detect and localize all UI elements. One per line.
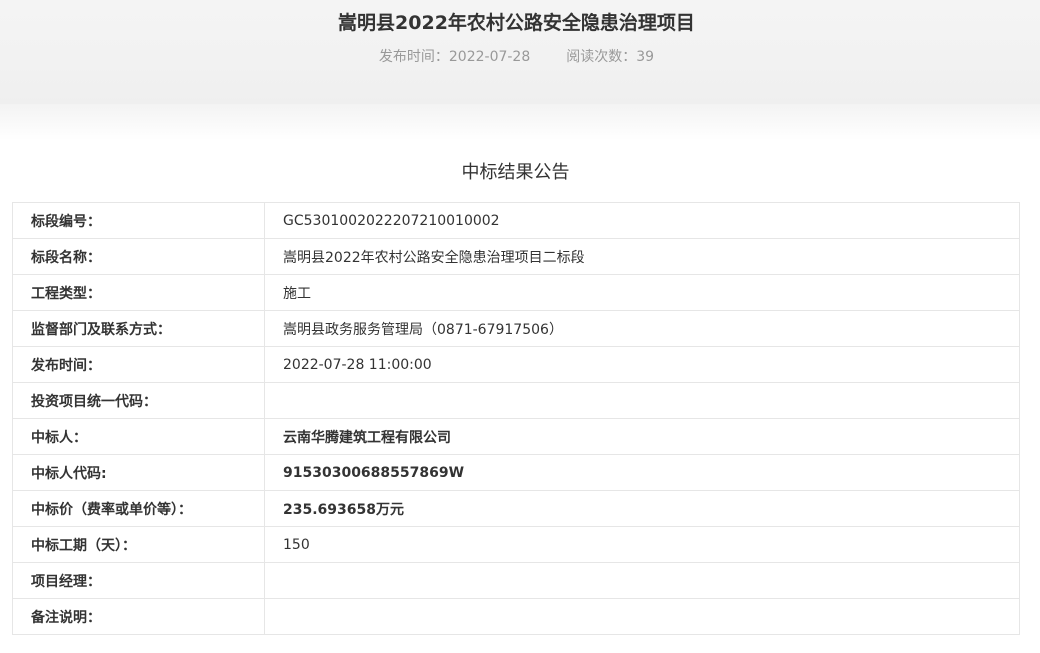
table-row: 工程类型： 施工 xyxy=(12,274,1020,311)
row-value xyxy=(264,598,1020,635)
publish-date: 发布时间：2022-07-28 xyxy=(378,49,531,65)
table-row: 中标工期（天）： 150 xyxy=(12,526,1020,563)
page-title: 嵩明县2022年农村公路安全隐患治理项目 xyxy=(338,12,695,34)
row-value: 91530300688557869W xyxy=(264,454,1020,491)
row-label: 中标工期（天）： xyxy=(12,526,265,563)
header-shadow xyxy=(0,104,1040,140)
row-value: 施工 xyxy=(264,274,1020,311)
table-row: 备注说明： xyxy=(12,598,1020,635)
row-label: 工程类型： xyxy=(12,274,265,311)
row-value xyxy=(264,382,1020,419)
table-row: 发布时间： 2022-07-28 11:00:00 xyxy=(12,346,1020,383)
row-label: 监督部门及联系方式： xyxy=(12,310,265,347)
table-row: 项目经理： xyxy=(12,562,1020,599)
row-value: 150 xyxy=(264,526,1020,563)
row-label: 标段编号： xyxy=(12,202,265,239)
read-count: 阅读次数：39 xyxy=(566,49,655,65)
article-meta: 发布时间：2022-07-28 阅读次数：39 xyxy=(0,46,1033,68)
row-label: 发布时间： xyxy=(12,346,265,383)
row-value: 嵩明县2022年农村公路安全隐患治理项目二标段 xyxy=(264,238,1020,275)
section-title: 中标结果公告 xyxy=(461,162,570,183)
row-label: 备注说明： xyxy=(12,598,265,635)
row-label: 标段名称： xyxy=(12,238,265,275)
row-value: 云南华腾建筑工程有限公司 xyxy=(264,418,1020,455)
row-value: GC5301002022207210010002 xyxy=(264,202,1020,239)
table-row: 中标价（费率或单价等）： 235.693658万元 xyxy=(12,490,1020,527)
row-label: 投资项目统一代码： xyxy=(12,382,265,419)
bid-result-table: 标段编号： GC5301002022207210010002 标段名称： 嵩明县… xyxy=(12,202,1020,635)
row-value: 2022-07-28 11:00:00 xyxy=(264,346,1020,383)
row-label: 中标人： xyxy=(12,418,265,455)
row-value: 235.693658万元 xyxy=(264,490,1020,527)
table-row: 中标人代码: 91530300688557869W xyxy=(12,454,1020,491)
table-row: 标段编号： GC5301002022207210010002 xyxy=(12,202,1020,239)
row-value: 嵩明县政务服务管理局（0871-67917506） xyxy=(264,310,1020,347)
table-row: 标段名称： 嵩明县2022年农村公路安全隐患治理项目二标段 xyxy=(12,238,1020,275)
table-row: 中标人： 云南华腾建筑工程有限公司 xyxy=(12,418,1020,455)
table-row: 投资项目统一代码： xyxy=(12,382,1020,419)
row-label: 中标人代码: xyxy=(12,454,265,491)
table-row: 监督部门及联系方式： 嵩明县政务服务管理局（0871-67917506） xyxy=(12,310,1020,347)
row-label: 项目经理： xyxy=(12,562,265,599)
row-label: 中标价（费率或单价等）： xyxy=(12,490,265,527)
row-value xyxy=(264,562,1020,599)
